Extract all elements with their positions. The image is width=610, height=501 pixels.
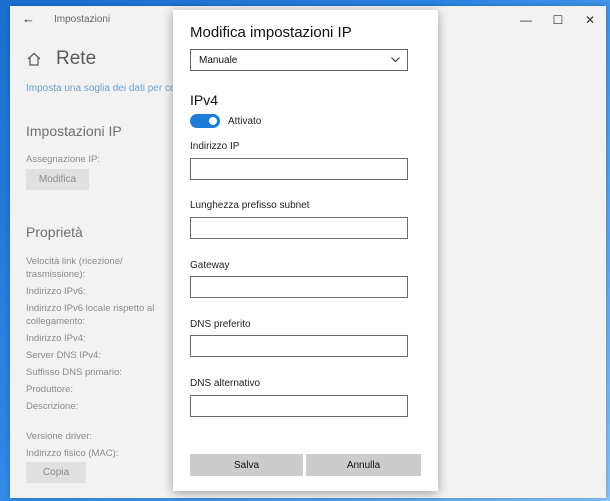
- property-label: Indirizzo fisico (MAC):: [26, 448, 119, 459]
- window-controls: — ☐ ✕: [510, 6, 606, 34]
- property-label: trasmissione):: [26, 269, 86, 280]
- preferred-dns-input[interactable]: [190, 335, 408, 357]
- ipv4-heading: IPv4: [190, 92, 219, 108]
- ip-address-label: Indirizzo IP: [190, 141, 240, 152]
- page-title: Rete: [56, 48, 97, 69]
- close-icon[interactable]: ✕: [574, 6, 606, 34]
- chevron-down-icon: [390, 54, 401, 68]
- gateway-input[interactable]: [190, 276, 408, 298]
- subnet-prefix-label: Lunghezza prefisso subnet: [190, 200, 310, 211]
- gateway-label: Gateway: [190, 260, 230, 271]
- property-label: collegamento:: [26, 316, 86, 327]
- home-icon[interactable]: [26, 51, 42, 72]
- property-label: Indirizzo IPv6 locale rispetto al: [26, 303, 155, 314]
- property-label: Velocità link (ricezione/: [26, 256, 123, 267]
- ip-assignment-label: Assegnazione IP:: [26, 154, 100, 165]
- properties-heading: Proprietà: [26, 224, 83, 240]
- dialog-title: Modifica impostazioni IP: [190, 24, 352, 41]
- property-label: Server DNS IPv4:: [26, 350, 101, 361]
- minimize-icon[interactable]: —: [510, 6, 542, 34]
- toggle-knob: [209, 117, 217, 125]
- property-label: Versione driver:: [26, 431, 93, 442]
- ip-address-input[interactable]: [190, 158, 408, 180]
- subnet-prefix-input[interactable]: [190, 217, 408, 239]
- toggle-label: Attivato: [228, 116, 262, 127]
- data-limit-link[interactable]: Imposta una soglia dei dati per co: [26, 83, 176, 94]
- cancel-button[interactable]: Annulla: [306, 454, 421, 476]
- alternate-dns-label: DNS alternativo: [190, 378, 261, 389]
- alternate-dns-input[interactable]: [190, 395, 408, 417]
- preferred-dns-label: DNS preferito: [190, 319, 251, 330]
- window-title: Impostazioni: [54, 14, 111, 25]
- ip-mode-value: Manuale: [199, 54, 238, 66]
- edit-button[interactable]: Modifica: [26, 169, 89, 190]
- property-label: Produttore:: [26, 384, 73, 395]
- ip-mode-select[interactable]: Manuale: [190, 49, 408, 71]
- property-label: Indirizzo IPv4:: [26, 333, 86, 344]
- property-label: Indirizzo IPv6:: [26, 286, 86, 297]
- property-label: Descrizione:: [26, 401, 79, 412]
- save-button[interactable]: Salva: [190, 454, 303, 476]
- copy-button[interactable]: Copia: [26, 462, 86, 483]
- ipv4-toggle[interactable]: [190, 114, 220, 128]
- edit-ip-dialog: Modifica impostazioni IP Manuale IPv4 At…: [173, 10, 438, 491]
- property-label: Suffisso DNS primario:: [26, 367, 122, 378]
- ip-settings-heading: Impostazioni IP: [26, 123, 122, 139]
- maximize-icon[interactable]: ☐: [542, 6, 574, 34]
- back-arrow-icon[interactable]: ←: [22, 11, 35, 26]
